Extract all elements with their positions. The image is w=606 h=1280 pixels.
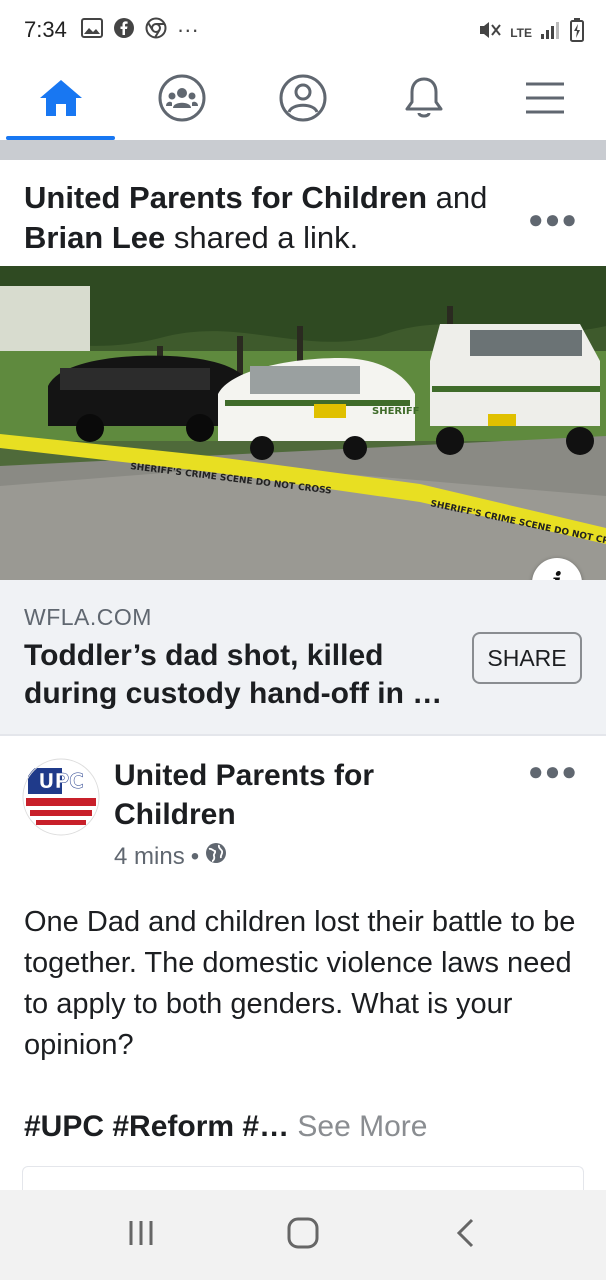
feed-post: UPC United Parents for Children 4 mins •… xyxy=(0,736,606,1190)
shared-link-text: United Parents for Children and Brian Le… xyxy=(24,178,524,258)
shared-conj: and xyxy=(427,180,488,215)
top-navigation xyxy=(0,60,606,140)
battery-icon xyxy=(570,18,584,47)
status-bar: 7:34 ··· LTE xyxy=(0,0,606,60)
feed-divider xyxy=(0,140,606,160)
link-preview-image[interactable]: SHERIFF'S CRIME SCENE DO NOT CROSS SHERI… xyxy=(0,266,606,580)
link-title[interactable]: Toddler’s dad shot, killed during custod… xyxy=(24,637,454,713)
post-meta: 4 mins • xyxy=(114,842,227,871)
post-attachment-edge xyxy=(22,1166,584,1190)
back-button[interactable] xyxy=(435,1205,495,1265)
post-meta-separator: • xyxy=(190,842,200,870)
nav-home-tab[interactable] xyxy=(0,60,121,140)
mute-icon xyxy=(478,19,502,46)
status-time: 7:34 xyxy=(24,17,67,42)
post-body: One Dad and children lost their battle t… xyxy=(24,906,576,1061)
post-author[interactable]: United Parents for Children xyxy=(114,756,434,834)
android-home-icon xyxy=(286,1216,320,1255)
status-system-icons: LTE xyxy=(478,18,584,47)
globe-icon xyxy=(205,842,227,871)
facebook-icon xyxy=(113,17,135,44)
overflow-dots: ··· xyxy=(176,17,199,42)
home-button[interactable] xyxy=(273,1205,333,1265)
avatar[interactable]: UPC xyxy=(22,758,100,836)
share-button[interactable]: SHARE xyxy=(472,632,582,684)
status-notification-icons: ··· xyxy=(80,17,199,44)
car-text: SHERIFF xyxy=(372,406,420,417)
nav-notifications-tab[interactable] xyxy=(364,60,485,140)
profile-icon xyxy=(278,73,328,128)
nav-profile-tab[interactable] xyxy=(242,60,363,140)
post-hashtags[interactable]: #UPC #Reform #… xyxy=(24,1110,289,1143)
groups-icon xyxy=(157,73,207,128)
link-preview-card[interactable]: WFLA.COM Toddler’s dad shot, killed duri… xyxy=(0,580,606,734)
post-more-options-button[interactable]: ●●● xyxy=(528,756,578,787)
chrome-icon xyxy=(145,17,167,44)
link-domain: WFLA.COM xyxy=(24,604,152,630)
recents-icon xyxy=(126,1219,156,1252)
gallery-icon xyxy=(80,17,103,43)
nav-menu-tab[interactable] xyxy=(485,60,606,140)
signal-icon xyxy=(540,20,562,45)
menu-icon xyxy=(524,80,566,121)
back-icon xyxy=(454,1217,476,1254)
nav-groups-tab[interactable] xyxy=(121,60,242,140)
bell-icon xyxy=(402,75,446,126)
see-more-link[interactable]: See More xyxy=(289,1110,427,1143)
shared-more-options-button[interactable]: ●●● xyxy=(528,204,578,235)
shared-person-name[interactable]: Brian Lee xyxy=(24,220,165,255)
post-time[interactable]: 4 mins xyxy=(114,843,185,871)
avatar-text: UPC xyxy=(38,769,84,793)
shared-link-header: United Parents for Children and Brian Le… xyxy=(0,160,606,266)
android-navigation-bar xyxy=(0,1190,606,1280)
recents-button[interactable] xyxy=(111,1205,171,1265)
network-type: LTE xyxy=(510,25,532,40)
home-icon xyxy=(38,78,84,123)
post-tags: #UPC #Reform #… See More xyxy=(24,1110,427,1144)
shared-action: shared a link. xyxy=(165,220,359,255)
shared-page-name[interactable]: United Parents for Children xyxy=(24,180,427,215)
